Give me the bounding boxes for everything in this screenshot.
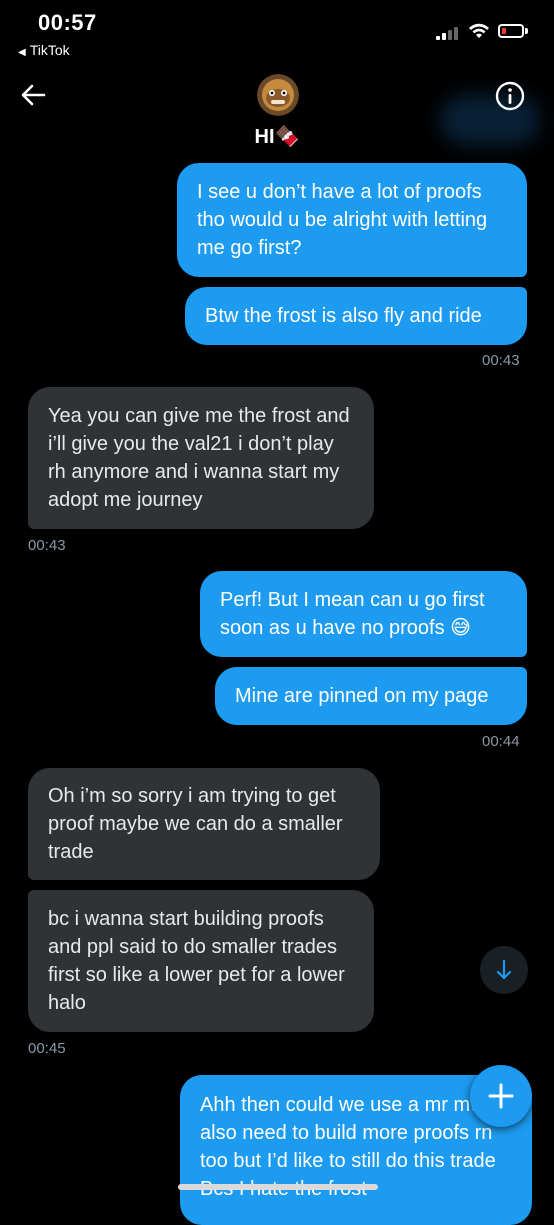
cellular-signal-icon [436, 26, 462, 40]
message-timestamp: 00:43 [28, 537, 66, 554]
contact-name[interactable]: HI🍫 [0, 124, 554, 149]
message-text: Perf! But I mean can u go first soon as … [220, 589, 485, 639]
info-icon[interactable] [494, 80, 526, 112]
message-bubble-received[interactable]: bc i wanna start building proofs and ppl… [28, 890, 374, 1032]
scroll-down-button[interactable] [480, 946, 528, 994]
message-bubble-sent[interactable]: Perf! But I mean can u go first soon as … [200, 571, 527, 657]
message-timestamp: 00:43 [482, 352, 520, 369]
wifi-icon [469, 23, 489, 38]
message-text: Yea you can give me the frost and i’ll g… [48, 405, 350, 511]
message-text: Mine are pinned on my page [235, 685, 489, 707]
status-time: 00:57 [38, 10, 97, 35]
message-bubble-received[interactable]: Yea you can give me the frost and i’ll g… [28, 387, 374, 529]
home-indicator[interactable] [178, 1184, 378, 1190]
battery-icon [498, 24, 524, 38]
arrow-down-icon [496, 959, 512, 980]
message-timestamp: 00:44 [482, 733, 520, 750]
arrow-left-icon[interactable] [18, 80, 48, 110]
avatar[interactable] [257, 74, 299, 116]
plus-icon [488, 1083, 514, 1109]
back-to-app-link[interactable]: ◀ TikTok [18, 42, 70, 58]
message-bubble-sent[interactable]: I see u don’t have a lot of proofs tho w… [177, 163, 527, 277]
back-app-label: TikTok [29, 42, 70, 58]
message-bubble-sent[interactable]: Mine are pinned on my page [215, 667, 527, 725]
message-text: bc i wanna start building proofs and ppl… [48, 908, 345, 1014]
status-bar: 00:57 ◀ TikTok [0, 0, 554, 60]
conversation-header: HI🍫 [0, 60, 554, 160]
message-bubble-received[interactable]: Oh i’m so sorry i am trying to get proof… [28, 768, 380, 880]
message-text: Oh i’m so sorry i am trying to get proof… [48, 785, 343, 863]
message-text: I see u don’t have a lot of proofs tho w… [197, 181, 488, 259]
message-text: Btw the frost is also fly and ride [205, 305, 482, 327]
message-bubble-sent[interactable]: Btw the frost is also fly and ride [185, 287, 527, 345]
back-triangle-icon: ◀ [18, 47, 26, 58]
compose-button[interactable] [470, 1065, 532, 1127]
message-timestamp: 00:45 [28, 1040, 66, 1057]
